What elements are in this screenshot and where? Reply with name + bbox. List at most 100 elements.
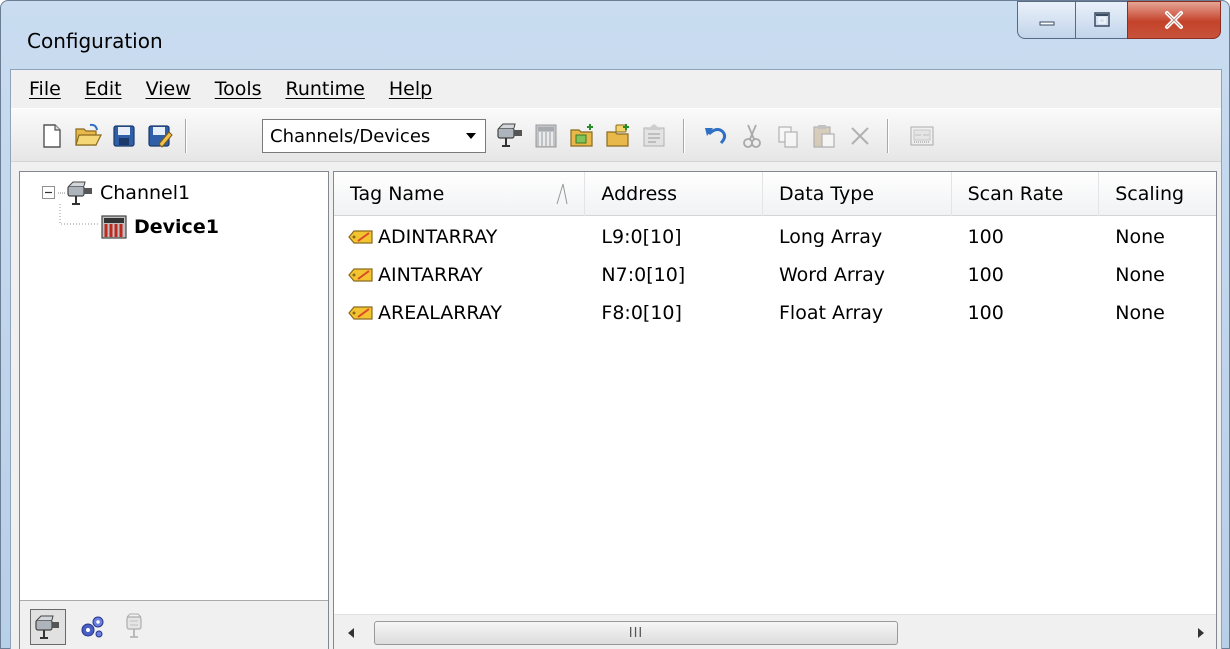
menu-help[interactable]: Help <box>389 78 432 100</box>
tree-node-device[interactable]: Device1 <box>100 214 219 240</box>
cut-icon <box>743 124 761 148</box>
new-tag-group-icon <box>606 124 629 147</box>
new-channel-button[interactable] <box>495 121 525 151</box>
configuration-window: Configuration File Edit View Tools Runti… <box>0 0 1230 649</box>
tag-icon <box>348 306 373 320</box>
cell-tag-name: AREALARRAY <box>334 302 585 324</box>
horizontal-scrollbar[interactable]: III <box>334 614 1216 649</box>
save-button[interactable] <box>109 121 139 151</box>
column-header-tag-name[interactable]: Tag Name <box>334 172 586 216</box>
tag-icon <box>348 230 373 244</box>
scrollbar-thumb[interactable]: III <box>374 621 898 645</box>
properties-button[interactable] <box>639 121 669 151</box>
cell-scaling: None <box>1115 264 1165 286</box>
title-bar[interactable]: Configuration <box>1 1 1229 61</box>
new-device-icon <box>535 124 557 148</box>
cell-address: L9:0[10] <box>601 226 682 248</box>
copy-button[interactable] <box>773 121 803 151</box>
new-tag-button[interactable] <box>567 121 597 151</box>
channel-tree-panel[interactable]: Channel1 Device1 <box>19 171 329 649</box>
table-row[interactable]: AINTARRAY N7:0[10] Word Array 100 None <box>334 256 1216 294</box>
menu-runtime[interactable]: Runtime <box>286 78 365 100</box>
close-button[interactable] <box>1127 1 1221 39</box>
menu-tools[interactable]: Tools <box>215 78 262 100</box>
cell-scan-rate: 100 <box>967 226 1004 248</box>
alias-view-button[interactable] <box>74 609 110 645</box>
cell-address: F8:0[10] <box>601 302 682 324</box>
sort-indicator-icon <box>556 183 568 205</box>
column-header-data-type[interactable]: Data Type <box>763 172 952 216</box>
scroll-right-button[interactable] <box>1192 624 1210 642</box>
undo-icon <box>705 127 727 145</box>
event-log-view-button[interactable] <box>116 609 152 645</box>
column-header-address[interactable]: Address <box>585 172 763 216</box>
lantern-icon <box>126 613 142 638</box>
window-title: Configuration <box>27 29 163 53</box>
cell-tag-name: AINTARRAY <box>334 264 585 286</box>
scroll-left-icon <box>348 628 354 638</box>
quick-client-icon <box>910 126 934 146</box>
menu-bar: File Edit View Tools Runtime Help <box>11 70 1221 108</box>
cell-data-type: Float Array <box>779 302 884 324</box>
collapse-icon[interactable] <box>42 186 56 200</box>
view-switcher-bar <box>20 600 328 649</box>
caption-buttons <box>1017 1 1221 41</box>
channel-icon <box>67 181 92 205</box>
menu-file[interactable]: File <box>29 78 61 100</box>
new-channel-icon <box>497 123 522 147</box>
new-device-button[interactable] <box>531 121 561 151</box>
delete-button[interactable] <box>845 121 875 151</box>
view-select-value: Channels/Devices <box>270 125 431 147</box>
tree-node-channel[interactable]: Channel1 <box>42 180 190 206</box>
close-icon <box>1165 11 1183 29</box>
column-header-scan-rate[interactable]: Scan Rate <box>952 172 1100 216</box>
tree-label-device: Device1 <box>134 216 219 238</box>
table-row[interactable]: AREALARRAY F8:0[10] Float Array 100 None <box>334 294 1216 332</box>
device-icon <box>101 215 127 239</box>
open-button[interactable] <box>73 121 103 151</box>
cut-button[interactable] <box>737 121 767 151</box>
table-row[interactable]: ADINTARRAY L9:0[10] Long Array 100 None <box>334 218 1216 256</box>
maximize-button[interactable] <box>1075 1 1127 39</box>
tag-list-panel[interactable]: Tag Name Address Data Type Scan Rate Sca… <box>333 171 1217 649</box>
menu-view[interactable]: View <box>146 78 191 100</box>
scroll-right-icon <box>1198 628 1204 638</box>
view-select[interactable]: Channels/Devices <box>262 119 486 153</box>
properties-icon <box>643 124 665 147</box>
tag-icon <box>348 268 373 282</box>
new-button[interactable] <box>37 121 67 151</box>
quick-client-button[interactable] <box>907 121 937 151</box>
cell-data-type: Word Array <box>779 264 886 286</box>
cell-scaling: None <box>1115 302 1165 324</box>
restore-icon <box>1093 12 1110 27</box>
new-tag-group-button[interactable] <box>603 121 633 151</box>
cell-tag-name: ADINTARRAY <box>334 226 585 248</box>
save-as-icon <box>148 125 173 148</box>
cell-address: N7:0[10] <box>601 264 686 286</box>
scroll-left-button[interactable] <box>342 624 360 642</box>
menu-edit[interactable]: Edit <box>85 78 122 100</box>
column-header-scaling[interactable]: Scaling <box>1099 172 1216 216</box>
paste-button[interactable] <box>809 121 839 151</box>
cell-scan-rate: 100 <box>967 302 1004 324</box>
tree-dotted-connector <box>58 192 66 194</box>
tree-label-channel: Channel1 <box>100 182 191 204</box>
paste-icon <box>813 125 835 148</box>
save-icon <box>113 125 135 147</box>
toolbar-separator <box>683 119 684 153</box>
undo-button[interactable] <box>701 121 731 151</box>
copy-icon <box>778 126 798 148</box>
minimize-icon <box>1039 21 1054 26</box>
toolbar-separator <box>887 119 888 153</box>
project-view-button[interactable] <box>30 609 66 645</box>
cell-data-type: Long Array <box>779 226 883 248</box>
list-header: Tag Name Address Data Type Scan Rate Sca… <box>334 172 1216 216</box>
open-icon <box>75 123 102 146</box>
toolbar-separator <box>185 119 186 153</box>
gears-icon <box>81 616 104 638</box>
client-area: File Edit View Tools Runtime Help Channe… <box>10 69 1222 649</box>
save-as-button[interactable] <box>145 121 175 151</box>
new-icon <box>43 124 61 148</box>
scrollbar-grip: III <box>628 625 644 641</box>
minimize-button[interactable] <box>1017 1 1075 39</box>
